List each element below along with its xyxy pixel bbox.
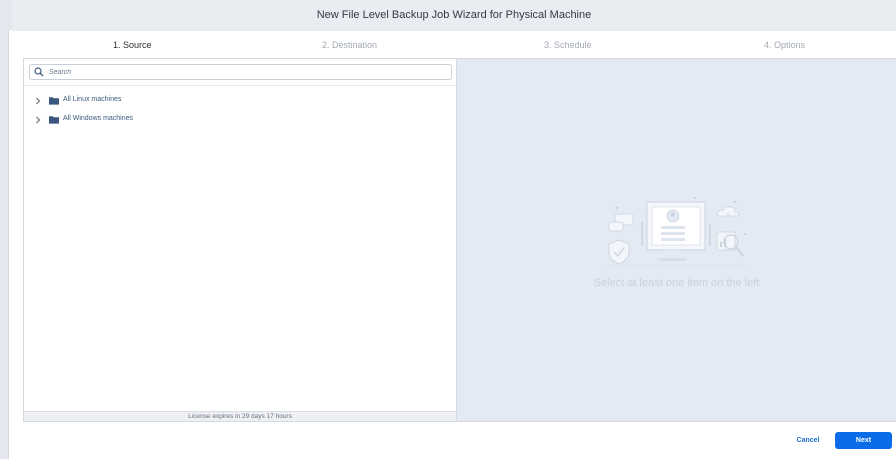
search-icon bbox=[34, 67, 44, 77]
dialog-titlebar: New File Level Backup Job Wizard for Phy… bbox=[12, 0, 896, 31]
next-button[interactable]: Next bbox=[835, 432, 892, 449]
cancel-button[interactable]: Cancel bbox=[792, 432, 824, 448]
step-destination[interactable]: 2. Destination bbox=[322, 40, 377, 50]
search-input[interactable] bbox=[49, 66, 444, 78]
step-source[interactable]: 1. Source bbox=[113, 40, 152, 50]
dialog-title: New File Level Backup Job Wizard for Phy… bbox=[316, 9, 592, 21]
chevron-right-icon[interactable] bbox=[34, 116, 42, 124]
step-schedule[interactable]: 3. Schedule bbox=[544, 40, 592, 50]
source-tree-panel: All Linux machines All Windows machines … bbox=[23, 58, 457, 422]
tree-item-windows[interactable]: All Windows machines bbox=[34, 113, 334, 127]
empty-state-illustration bbox=[603, 197, 751, 267]
divider bbox=[24, 85, 456, 86]
license-status: License expires in 29 days 17 hours bbox=[24, 411, 456, 421]
empty-state-message: Select at least one item on the left bbox=[593, 277, 760, 289]
folder-icon bbox=[49, 116, 59, 124]
tree-item-label: All Linux machines bbox=[63, 96, 122, 103]
folder-icon bbox=[49, 97, 59, 105]
wizard-steps: 1. Source 2. Destination 3. Schedule 4. … bbox=[12, 31, 896, 58]
selection-panel: Select at least one item on the left bbox=[457, 58, 896, 422]
tree-item-label: All Windows machines bbox=[63, 115, 134, 122]
chevron-right-icon[interactable] bbox=[34, 97, 42, 105]
background-window-edge bbox=[0, 0, 12, 459]
step-options[interactable]: 4. Options bbox=[764, 40, 805, 50]
search-box[interactable] bbox=[29, 64, 452, 80]
wizard-dialog: 1. Source 2. Destination 3. Schedule 4. … bbox=[12, 31, 896, 459]
tree-item-linux[interactable]: All Linux machines bbox=[34, 94, 334, 108]
